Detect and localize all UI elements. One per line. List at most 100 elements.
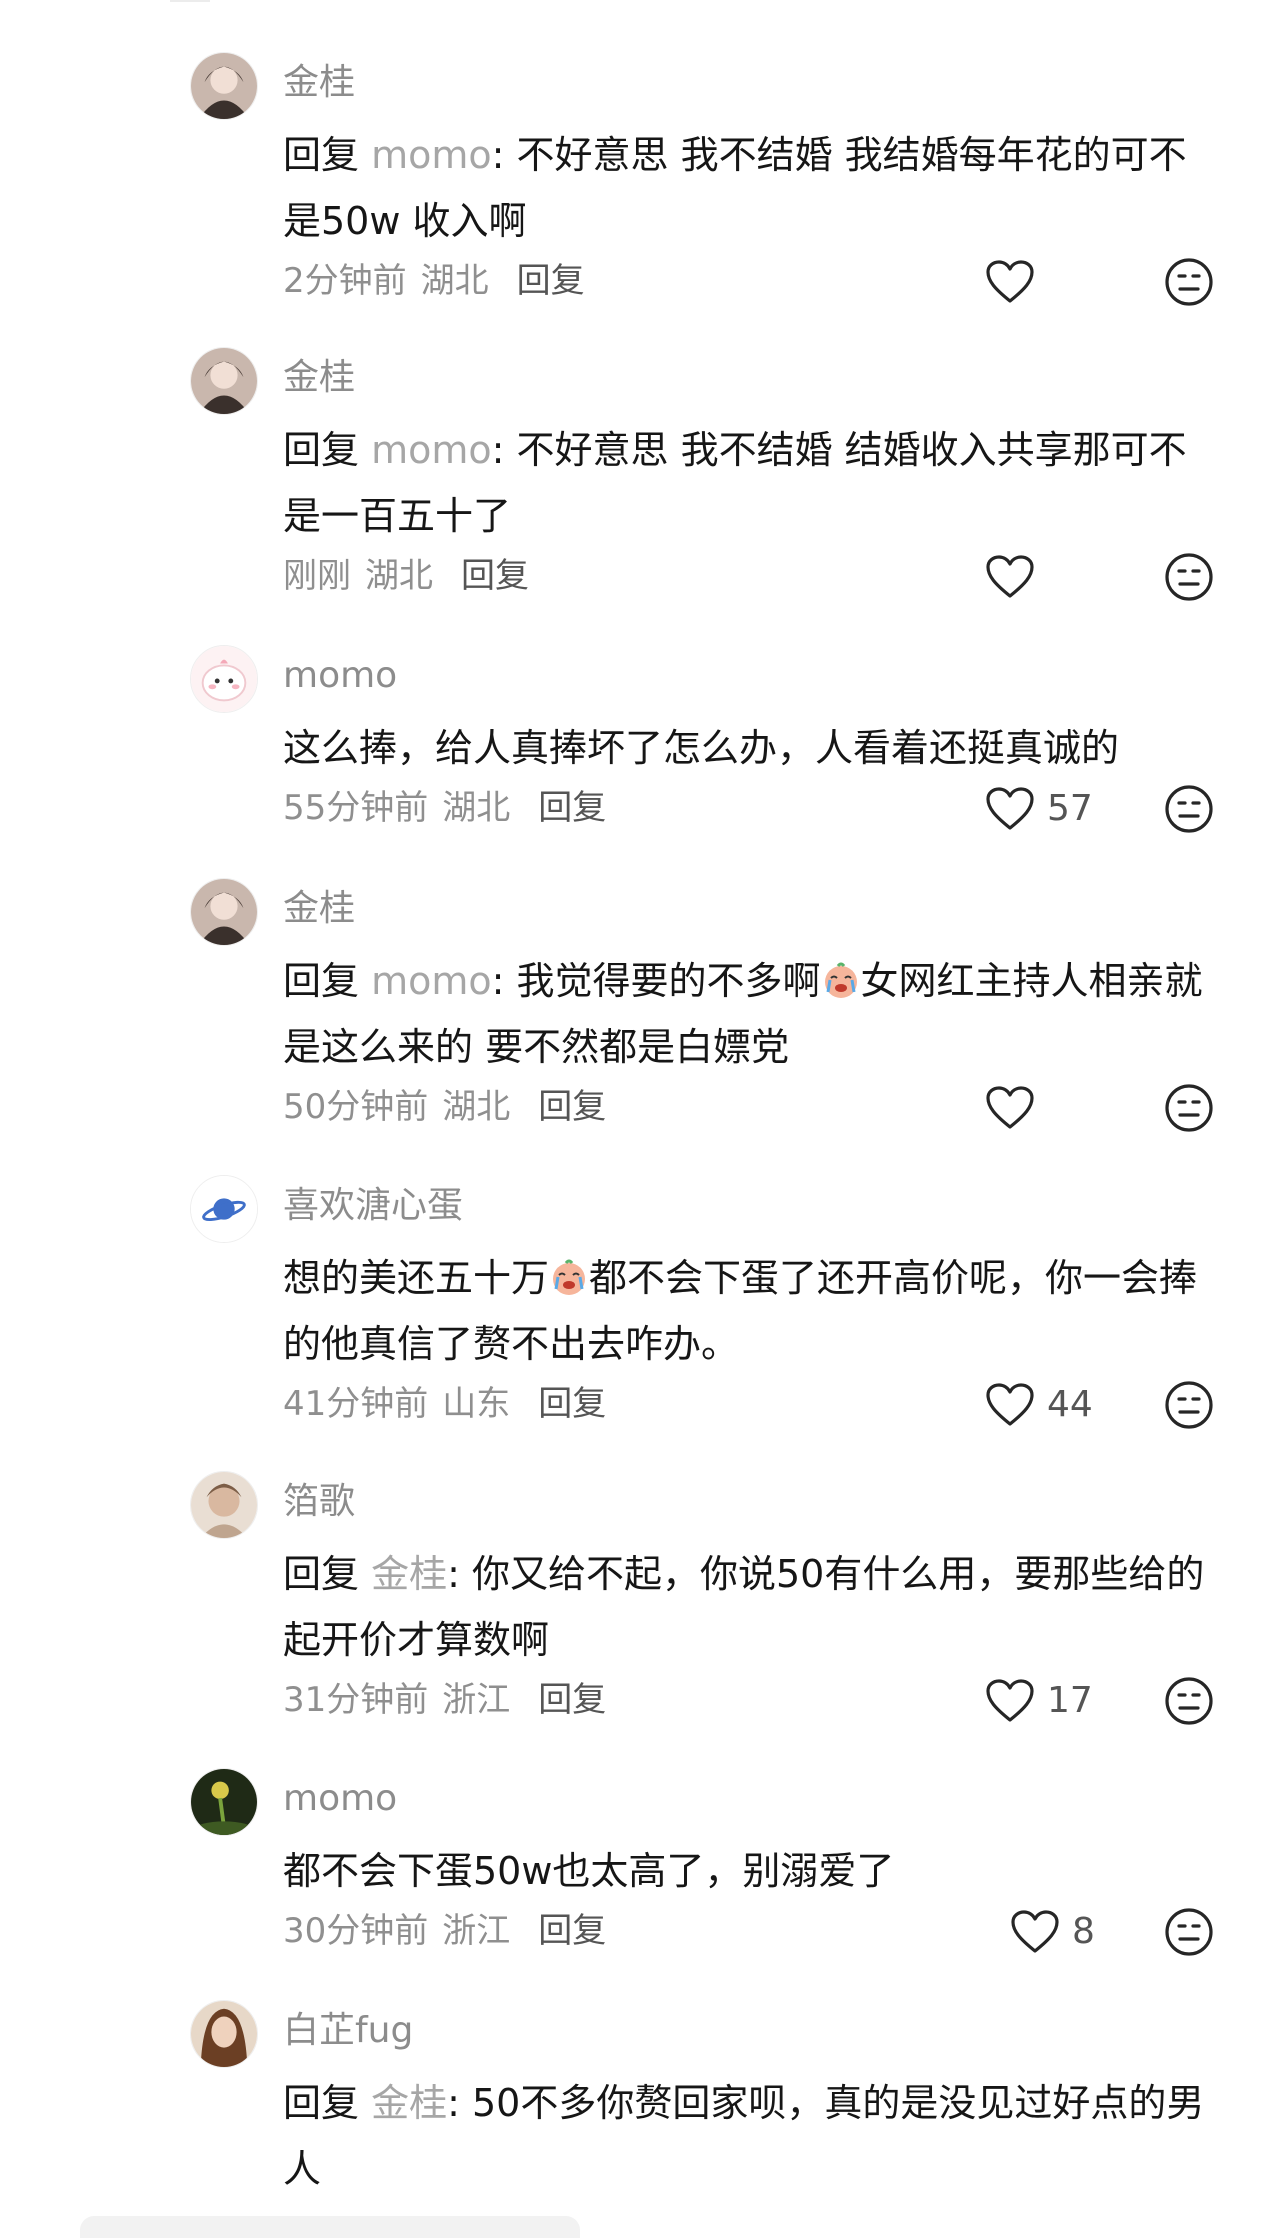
reply-button[interactable]: 回复 — [538, 788, 606, 828]
like-count: 17 — [1047, 1680, 1093, 1721]
reply-button[interactable]: 回复 — [538, 1680, 606, 1720]
like-button[interactable]: 57 — [985, 783, 1093, 835]
comment-meta: 刚刚 湖北 回复 — [283, 553, 529, 599]
bottom-input-bar[interactable] — [80, 2216, 580, 2238]
comment-body: 都不会下蛋50w也太高了，别溺爱了 — [283, 1849, 895, 1893]
dislike-button[interactable] — [1163, 1379, 1215, 1431]
dislike-button[interactable] — [1163, 256, 1215, 308]
heart-outline-icon — [986, 1679, 1034, 1722]
comment-location: 浙江 — [442, 1911, 511, 1951]
comment-time: 刚刚 — [283, 556, 351, 596]
comment-time: 31分钟前 — [283, 1680, 429, 1720]
comment-username[interactable]: momo — [283, 1776, 397, 1822]
comment-username[interactable]: 白芷fug — [283, 2008, 413, 2054]
meh-face-icon — [1165, 1677, 1213, 1725]
comment-body: 想的美还五十万 — [283, 1256, 550, 1300]
meh-face-icon — [1165, 258, 1213, 306]
avatar[interactable] — [190, 347, 258, 415]
crying-face-emoji — [553, 1259, 586, 1295]
comment-meta: 31分钟前 浙江 回复 — [283, 1677, 606, 1723]
comment-location: 湖北 — [365, 556, 433, 596]
heart-outline-icon — [986, 787, 1034, 830]
comment-text: 这么捧，给人真捧坏了怎么办，人看着还挺真诚的 — [283, 715, 1218, 781]
like-count: 57 — [1047, 788, 1093, 829]
heart-outline-icon — [986, 260, 1034, 303]
heart-outline-icon — [986, 1383, 1034, 1426]
reply-button[interactable]: 回复 — [461, 556, 529, 596]
comment-username[interactable]: 金桂 — [283, 60, 355, 106]
meh-face-icon — [1165, 785, 1213, 833]
comment-time: 50分钟前 — [283, 1087, 429, 1127]
meh-face-icon — [1165, 1908, 1213, 1956]
comment-time: 41分钟前 — [283, 1384, 429, 1424]
comment-time: 2分钟前 — [283, 261, 407, 301]
comment-meta: 50分钟前 湖北 回复 — [283, 1084, 606, 1130]
reply-prefix: 回复 — [283, 133, 372, 177]
avatar[interactable] — [190, 52, 258, 120]
comment-meta: 30分钟前 浙江 回复 — [283, 1908, 606, 1954]
comment-text: 都不会下蛋50w也太高了，别溺爱了 — [283, 1838, 1218, 1904]
comment-location: 湖北 — [420, 261, 489, 301]
comment-text: 回复 momo: 我觉得要的不多啊 女网红主持人相亲就是这么来的 要不然都是白嫖党 — [283, 948, 1218, 1080]
avatar[interactable] — [190, 645, 258, 713]
dislike-button[interactable] — [1163, 1906, 1215, 1958]
comment-location: 湖北 — [442, 788, 511, 828]
dislike-button[interactable] — [1163, 783, 1215, 835]
comment-username[interactable]: 箔歌 — [283, 1479, 355, 1525]
comment-text: 回复 momo: 不好意思 我不结婚 结婚收入共享那可不是一百五十了 — [283, 417, 1218, 549]
avatar[interactable] — [190, 1471, 258, 1539]
like-button[interactable] — [985, 256, 1047, 308]
dislike-button[interactable] — [1163, 1675, 1215, 1727]
reply-prefix: 回复 — [283, 428, 372, 472]
reply-button[interactable]: 回复 — [517, 261, 585, 301]
comment-location: 湖北 — [442, 1087, 511, 1127]
heart-outline-icon — [986, 555, 1034, 598]
heart-outline-icon — [986, 1086, 1034, 1129]
reply-target[interactable]: 金桂 — [371, 1552, 447, 1596]
like-button[interactable] — [985, 551, 1047, 603]
comment-text: 回复 金桂: 你又给不起，你说50有什么用，要那些给的起开价才算数啊 — [283, 1541, 1218, 1673]
like-button[interactable]: 44 — [985, 1379, 1093, 1431]
comment-body: : 我觉得要的不多啊 — [491, 959, 821, 1003]
heart-outline-icon — [1011, 1910, 1059, 1953]
avatar[interactable] — [190, 2000, 258, 2068]
comment-username[interactable]: momo — [283, 653, 397, 699]
top-divider — [170, 0, 210, 2]
comment-username[interactable]: 金桂 — [283, 355, 355, 401]
comment-username[interactable]: 喜欢溏心蛋 — [283, 1183, 463, 1229]
comment-body: 这么捧，给人真捧坏了怎么办，人看着还挺真诚的 — [283, 726, 1120, 770]
reply-button[interactable]: 回复 — [538, 1911, 606, 1951]
avatar[interactable] — [190, 1768, 258, 1836]
like-button[interactable]: 8 — [1010, 1906, 1095, 1958]
reply-target[interactable]: momo — [371, 133, 492, 177]
comment-time: 55分钟前 — [283, 788, 429, 828]
like-button[interactable]: 17 — [985, 1675, 1093, 1727]
reply-target[interactable]: momo — [371, 428, 492, 472]
comment-meta: 2分钟前 湖北 回复 — [283, 258, 585, 304]
dislike-button[interactable] — [1163, 551, 1215, 603]
comment-text: 回复 momo: 不好意思 我不结婚 我结婚每年花的可不是50w 收入啊 — [283, 122, 1218, 254]
avatar[interactable] — [190, 878, 258, 946]
meh-face-icon — [1165, 1381, 1213, 1429]
reply-target[interactable]: 金桂 — [371, 2081, 447, 2125]
comment-time: 30分钟前 — [283, 1911, 429, 1951]
reply-button[interactable]: 回复 — [538, 1384, 606, 1424]
crying-face-emoji — [824, 962, 857, 998]
like-button[interactable] — [985, 1082, 1047, 1134]
reply-target[interactable]: momo — [371, 959, 492, 1003]
reply-prefix: 回复 — [283, 959, 372, 1003]
comment-meta: 55分钟前 湖北 回复 — [283, 785, 606, 831]
comment-meta: 41分钟前 山东 回复 — [283, 1381, 606, 1427]
comment-username[interactable]: 金桂 — [283, 886, 355, 932]
dislike-button[interactable] — [1163, 1082, 1215, 1134]
avatar[interactable] — [190, 1175, 258, 1243]
like-count: 8 — [1072, 1911, 1095, 1952]
reply-prefix: 回复 — [283, 2081, 372, 2125]
comment-location: 山东 — [442, 1384, 511, 1424]
meh-face-icon — [1165, 1084, 1213, 1132]
comment-text: 想的美还五十万 都不会下蛋了还开高价呢，你一会捧的他真信了赘不出去咋办。 — [283, 1245, 1218, 1377]
reply-prefix: 回复 — [283, 1552, 372, 1596]
reply-button[interactable]: 回复 — [538, 1087, 606, 1127]
meh-face-icon — [1165, 553, 1213, 601]
comment-location: 浙江 — [442, 1680, 511, 1720]
